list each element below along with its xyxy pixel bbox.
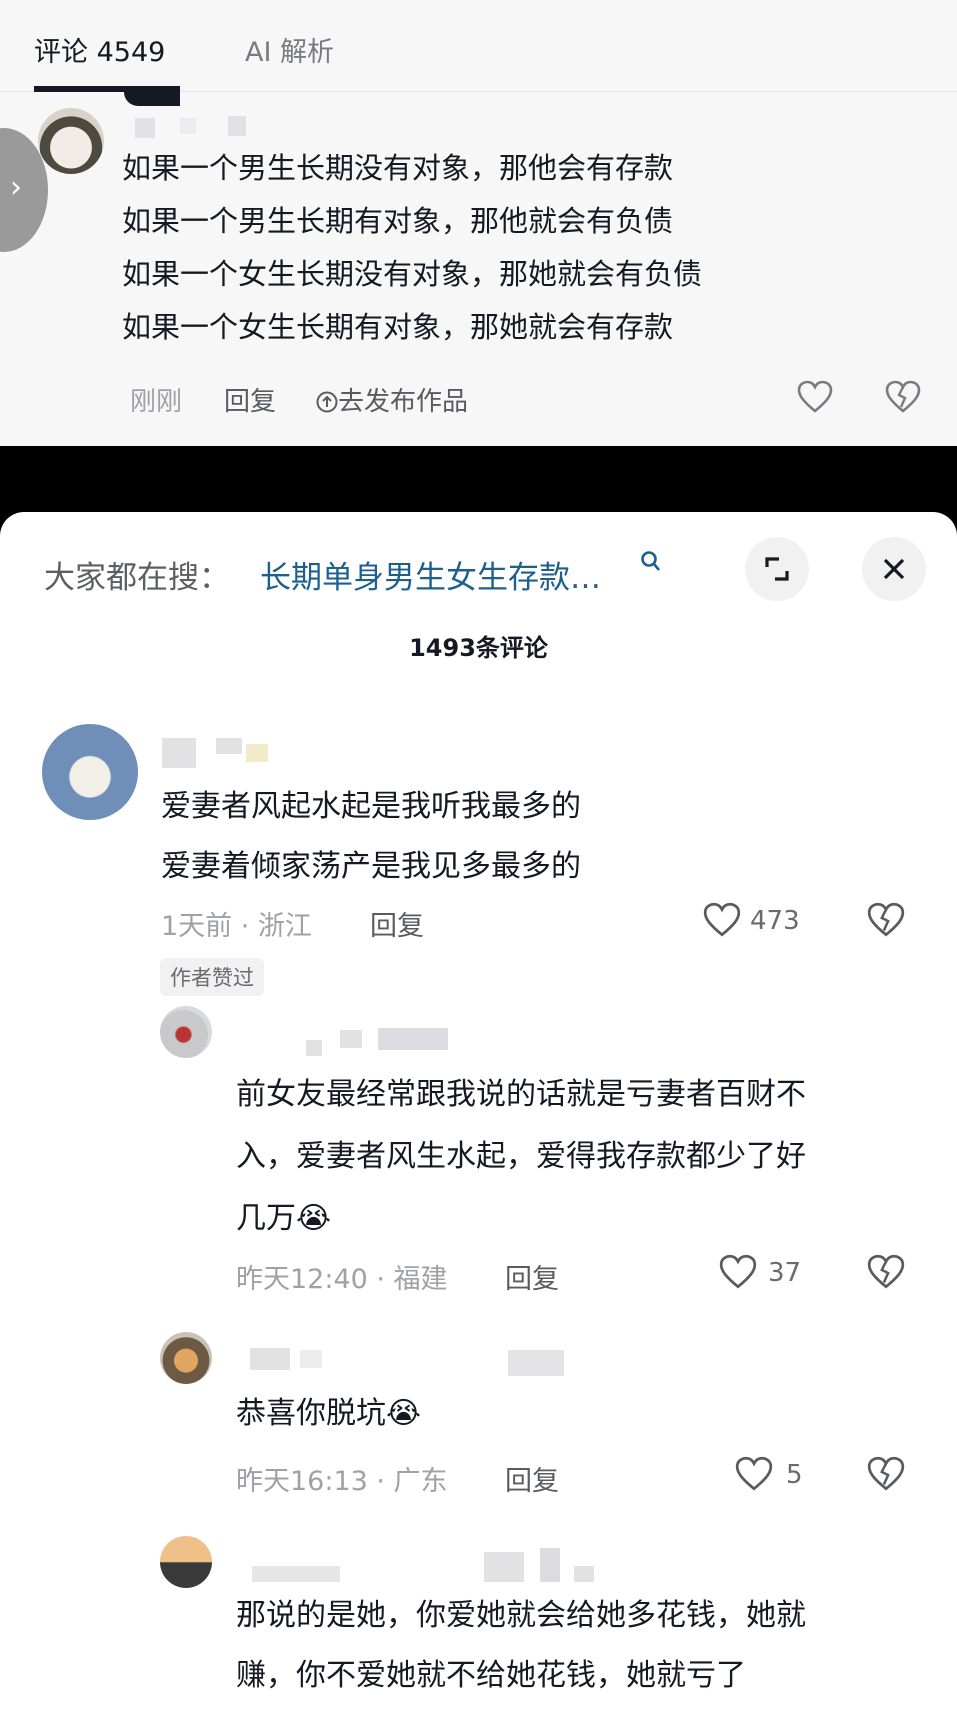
expand-button[interactable]: [745, 537, 809, 601]
like-count: 37: [768, 1258, 802, 1288]
comment-body: 那说的是她，你爱她就会给她多花钱，她就 赚，你不爱她就不给她花钱，她就亏了: [236, 1586, 806, 1706]
broken-heart-icon[interactable]: [884, 380, 922, 414]
like-count: 5: [786, 1460, 803, 1490]
username-blur: [300, 1350, 322, 1368]
username-blur: [228, 116, 246, 136]
avatar[interactable]: [160, 1332, 212, 1384]
username-blur: [252, 1566, 340, 1582]
comment-line: 爱妻者风起水起是我听我最多的: [161, 789, 581, 824]
heart-icon[interactable]: [796, 380, 834, 414]
avatar[interactable]: [42, 724, 138, 820]
reply-button[interactable]: 回复: [505, 1459, 559, 1498]
author-liked-badge: 作者赞过: [160, 958, 264, 996]
comment-time: 刚刚: [130, 387, 183, 417]
username-blur: [246, 744, 268, 762]
chevron-right-icon: ›: [10, 170, 22, 205]
search-icon[interactable]: [640, 550, 662, 574]
comment-tabs: 评论 4549 AI 解析: [0, 0, 957, 92]
username-blur: [508, 1350, 564, 1376]
publish-button[interactable]: 去发布作品: [316, 381, 468, 418]
comment-line: 如果一个女生长期有对象，那她就会有存款: [122, 310, 674, 344]
username-blur: [180, 118, 196, 134]
comment-line: 入，爱妻者风生水起，爱得我存款都少了好: [236, 1139, 806, 1174]
expand-icon: [765, 557, 789, 581]
username-blur: [484, 1552, 524, 1582]
search-suggestion-link[interactable]: 长期单身男生女生存款…: [260, 552, 601, 597]
comment-line: 如果一个男生长期没有对象，那他会有存款: [122, 151, 674, 185]
username-blur: [135, 118, 155, 138]
heart-icon[interactable]: [734, 1456, 774, 1492]
reply-button[interactable]: 回复: [224, 381, 276, 418]
username-blur: [216, 738, 242, 754]
search-prefix: 大家都在搜：: [44, 560, 230, 596]
username-blur: [162, 738, 196, 768]
username-blur: [378, 1028, 448, 1050]
avatar[interactable]: [160, 1536, 212, 1588]
comment-line: 爱妻着倾家荡产是我见多最多的: [161, 849, 581, 884]
username-blur: [306, 1040, 322, 1056]
tab-comments[interactable]: 评论 4549: [34, 30, 165, 69]
tab-indicator-tail: [124, 92, 180, 106]
reply-button[interactable]: 回复: [370, 904, 424, 943]
username-blur: [250, 1348, 290, 1370]
close-icon: [883, 558, 905, 580]
comment-line: 前女友最经常跟我说的话就是亏妻者百财不: [236, 1077, 806, 1112]
bottom-fade: [0, 1692, 957, 1727]
comment-time-location: 1天前 · 浙江: [161, 911, 312, 942]
comment-sheet: 大家都在搜： 长期单身男生女生存款… 1493条评论 爱妻者风起水起是我听我最多…: [0, 512, 957, 1727]
tab-ai-analysis[interactable]: AI 解析: [245, 30, 334, 69]
comment-line: 恭喜你脱坑😭: [236, 1396, 422, 1431]
comment-body: 恭喜你脱坑😭: [236, 1384, 421, 1444]
avatar[interactable]: [38, 108, 104, 174]
comment-line: 如果一个女生长期没有对象，那她就会有负债: [122, 257, 703, 291]
comment-body: 前女友最经常跟我说的话就是亏妻者百财不 入，爱妻者风生水起，爱得我存款都少了好 …: [236, 1064, 806, 1250]
comment-line: 那说的是她，你爱她就会给她多花钱，她就: [236, 1598, 806, 1633]
avatar[interactable]: [160, 1006, 212, 1058]
comment-count-title: 1493条评论: [409, 634, 548, 662]
broken-heart-icon[interactable]: [866, 1456, 906, 1492]
comment-body: 如果一个男生长期没有对象，那他会有存款 如果一个男生长期有对象，那他就会有负债 …: [122, 142, 702, 354]
comment-time-location: 昨天12:40 · 福建: [236, 1264, 448, 1295]
username-blur: [340, 1030, 362, 1048]
publish-up-icon: [316, 391, 338, 413]
heart-icon[interactable]: [718, 1254, 758, 1290]
like-count: 473: [750, 906, 800, 936]
comment-body: 爱妻者风起水起是我听我最多的 爱妻着倾家荡产是我见多最多的: [161, 777, 581, 897]
comment-line: 几万😭: [236, 1201, 332, 1236]
username-blur: [540, 1548, 560, 1582]
reply-button[interactable]: 回复: [505, 1257, 559, 1296]
username-blur: [574, 1566, 594, 1582]
heart-icon[interactable]: [702, 902, 742, 938]
broken-heart-icon[interactable]: [866, 902, 906, 938]
broken-heart-icon[interactable]: [866, 1254, 906, 1290]
comment-time-location: 昨天16:13 · 广东: [236, 1466, 448, 1497]
close-button[interactable]: [862, 537, 926, 601]
top-comment-panel: 评论 4549 AI 解析 › 如果一个男生长期没有对象，那他会有存款 如果一个…: [0, 0, 957, 446]
publish-label: 去发布作品: [338, 387, 469, 417]
comment-line: 如果一个男生长期有对象，那他就会有负债: [122, 204, 674, 238]
